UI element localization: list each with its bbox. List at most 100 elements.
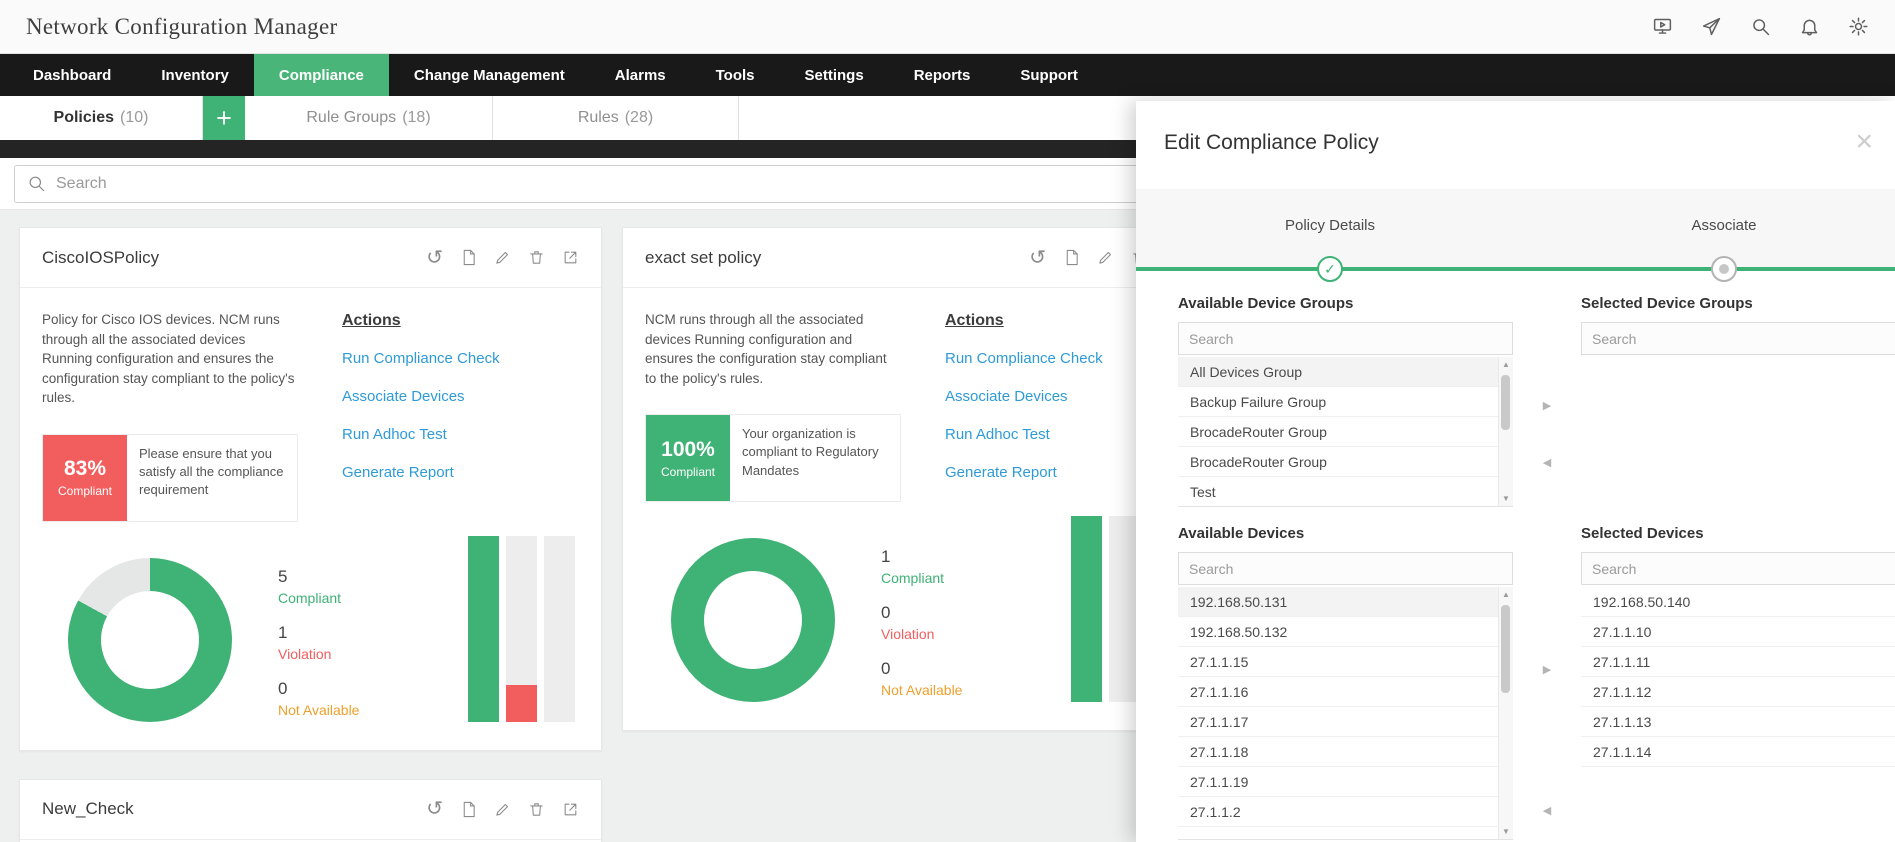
scroll-up-icon[interactable]: ▲ — [1502, 590, 1510, 599]
run-compliance-check-link[interactable]: Run Compliance Check — [342, 350, 500, 367]
nav-item-reports[interactable]: Reports — [889, 54, 996, 96]
step-associate[interactable]: Associate — [1691, 217, 1756, 234]
step-progress-line — [1136, 267, 1895, 271]
nav-item-tools[interactable]: Tools — [691, 54, 780, 96]
list-item[interactable]: 27.1.1.16 — [1178, 677, 1513, 707]
stat-violation-value: 1 — [278, 622, 288, 642]
close-icon[interactable]: × — [1855, 127, 1873, 157]
history-icon[interactable]: ↺ — [1029, 248, 1046, 268]
nav-item-compliance[interactable]: Compliance — [253, 54, 389, 96]
move-right-icon[interactable]: ▶ — [1543, 399, 1551, 412]
nav-item-alarms[interactable]: Alarms — [590, 54, 691, 96]
stat-compliant: 1 Compliant — [881, 547, 962, 586]
tab-rule-groups-count: (18) — [402, 109, 431, 126]
list-item[interactable]: 27.1.1.14 — [1581, 737, 1895, 767]
tab-rules[interactable]: Rules (28) — [493, 96, 739, 140]
tab-policies[interactable]: Policies (10) — [0, 96, 203, 140]
step-dot — [1719, 264, 1729, 274]
associate-devices-link[interactable]: Associate Devices — [342, 388, 500, 405]
scroll-down-icon[interactable]: ▼ — [1502, 494, 1510, 503]
export-icon[interactable] — [562, 249, 579, 266]
report-file-icon[interactable] — [460, 801, 477, 818]
generate-report-link[interactable]: Generate Report — [945, 464, 1103, 481]
generate-report-link[interactable]: Generate Report — [342, 464, 500, 481]
bar-track — [506, 535, 537, 722]
list-item[interactable]: 27.1.1.12 — [1581, 677, 1895, 707]
list-item[interactable]: 27.1.1.19 — [1178, 767, 1513, 797]
selected-devices-search-box[interactable] — [1581, 552, 1895, 585]
report-file-icon[interactable] — [1063, 249, 1080, 266]
list-item[interactable]: All Devices Group — [1178, 357, 1513, 387]
bar-track — [1071, 516, 1102, 703]
panel-title: Edit Compliance Policy — [1164, 131, 1379, 154]
charts-row: 1 Compliant 0 Violation 0 Not Available — [623, 506, 1204, 730]
list-item[interactable]: 27.1.1.18 — [1178, 737, 1513, 767]
tab-rule-groups[interactable]: Rule Groups (18) — [245, 96, 493, 140]
stat-violation: 1 Violation — [278, 623, 359, 662]
move-left-icon[interactable]: ◀ — [1543, 456, 1551, 469]
list-item[interactable]: 192.168.50.131 — [1178, 587, 1513, 617]
search-icon[interactable] — [1750, 16, 1771, 37]
delete-icon[interactable] — [528, 801, 545, 818]
run-adhoc-test-link[interactable]: Run Adhoc Test — [342, 426, 500, 443]
list-item[interactable]: 27.1.1.11 — [1581, 647, 1895, 677]
bell-icon[interactable] — [1799, 16, 1820, 37]
tab-rules-count: (28) — [624, 109, 654, 126]
list-item[interactable]: 192.168.50.132 — [1178, 617, 1513, 647]
selected-devices-search-input[interactable] — [1592, 560, 1888, 577]
list-item[interactable]: 27.1.1.13 — [1581, 707, 1895, 737]
policy-card-ciscoiospolicy: CiscoIOSPolicy ↺ Policy for Cisco IOS de… — [19, 227, 602, 751]
nav-item-change-management[interactable]: Change Management — [389, 54, 590, 96]
scroll-down-icon[interactable]: ▼ — [1502, 827, 1510, 836]
available-devices-search-input[interactable] — [1189, 560, 1502, 577]
list-item[interactable]: 27.1.1.15 — [1178, 647, 1513, 677]
step-policy-details-circle[interactable]: ✓ — [1317, 256, 1343, 282]
add-policy-button[interactable]: + — [203, 96, 245, 140]
available-groups-search-input[interactable] — [1189, 330, 1502, 347]
report-file-icon[interactable] — [460, 249, 477, 266]
edit-icon[interactable] — [1097, 249, 1114, 266]
nav-item-settings[interactable]: Settings — [780, 54, 889, 96]
list-item[interactable]: 192.168.50.140 — [1581, 587, 1895, 617]
move-left-icon[interactable]: ◀ — [1543, 804, 1551, 817]
gear-icon[interactable] — [1848, 16, 1869, 37]
card-head: CiscoIOSPolicy ↺ — [20, 228, 601, 288]
list-item[interactable]: 27.1.1.10 — [1581, 617, 1895, 647]
step-policy-details[interactable]: Policy Details — [1285, 217, 1375, 234]
export-icon[interactable] — [562, 801, 579, 818]
list-item[interactable]: Test — [1178, 477, 1513, 506]
list-item[interactable]: Backup Failure Group — [1178, 387, 1513, 417]
stat-not-available-value: 0 — [278, 678, 288, 698]
nav-item-inventory[interactable]: Inventory — [136, 54, 254, 96]
edit-icon[interactable] — [494, 249, 511, 266]
scroll-thumb[interactable] — [1501, 605, 1510, 693]
available-devices-search-box[interactable] — [1178, 552, 1513, 585]
edit-icon[interactable] — [494, 801, 511, 818]
scroll-up-icon[interactable]: ▲ — [1502, 360, 1510, 369]
compliance-donut-chart — [68, 557, 232, 722]
nav-item-dashboard[interactable]: Dashboard — [8, 54, 136, 96]
list-item[interactable]: BrocadeRouter Group — [1178, 447, 1513, 477]
monitor-play-icon[interactable] — [1652, 16, 1673, 37]
list-item[interactable]: 27.1.1.17 — [1178, 707, 1513, 737]
stat-compliant-value: 5 — [278, 566, 288, 586]
compliance-percent-badge: 100% Compliant — [646, 415, 730, 502]
list-item[interactable]: BrocadeRouter Group — [1178, 417, 1513, 447]
step-associate-circle[interactable] — [1711, 256, 1737, 282]
nav-item-support[interactable]: Support — [995, 54, 1103, 96]
history-icon[interactable]: ↺ — [426, 799, 443, 819]
move-right-icon[interactable]: ▶ — [1543, 663, 1551, 676]
list-item[interactable]: 27.1.1.2 — [1178, 797, 1513, 827]
history-icon[interactable]: ↺ — [426, 248, 443, 268]
run-compliance-check-link[interactable]: Run Compliance Check — [945, 350, 1103, 367]
run-adhoc-test-link[interactable]: Run Adhoc Test — [945, 426, 1103, 443]
selected-groups-search-input[interactable] — [1592, 330, 1888, 347]
rocket-icon[interactable] — [1701, 16, 1722, 37]
available-groups-search-box[interactable] — [1178, 322, 1513, 355]
selected-groups-search-box[interactable] — [1581, 322, 1895, 355]
delete-icon[interactable] — [528, 249, 545, 266]
card-icon-bar: ↺ — [426, 799, 579, 819]
scroll-thumb[interactable] — [1501, 375, 1510, 430]
actions-header: Actions — [342, 312, 401, 329]
associate-devices-link[interactable]: Associate Devices — [945, 388, 1103, 405]
